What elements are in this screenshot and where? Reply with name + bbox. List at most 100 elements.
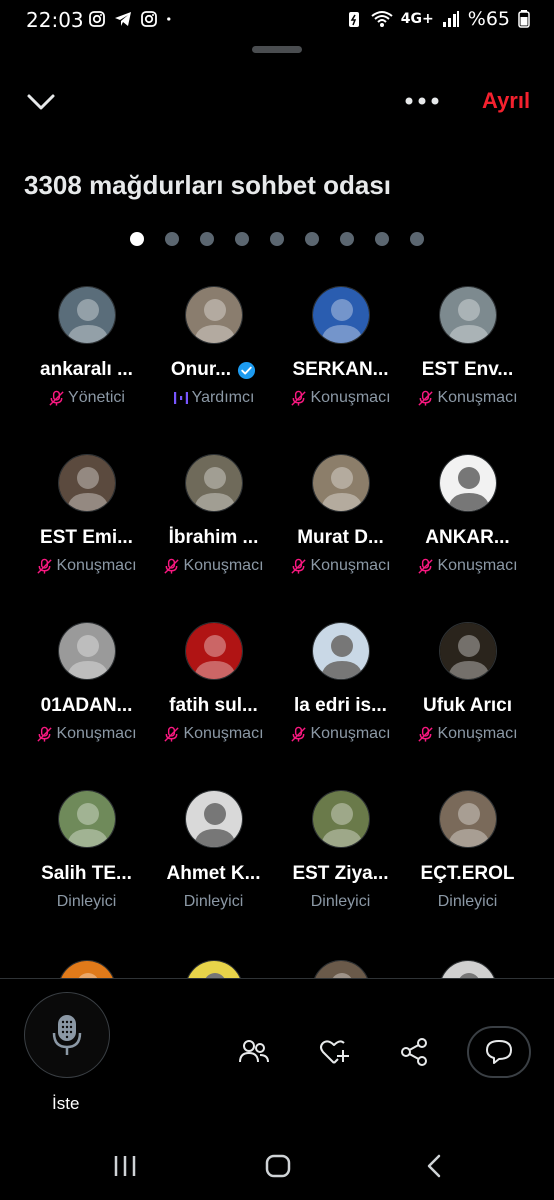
people-icon[interactable] (238, 1036, 270, 1068)
avatar[interactable] (311, 286, 370, 344)
participant-role: Yardımcı (150, 389, 277, 407)
participant-card[interactable]: Onur... Yardımcı (150, 286, 277, 407)
status-time: 22:03 (26, 8, 84, 32)
participant-name-text: İbrahim ... (168, 527, 259, 548)
participant-role-text: Konuşmacı (56, 725, 137, 742)
status-right: 4G+ %65 (345, 8, 530, 30)
avatar[interactable] (438, 454, 497, 512)
avatar-image (185, 791, 242, 847)
avatar-image (185, 455, 242, 511)
participant-name: Ufuk Arıcı (404, 695, 531, 717)
heart-plus-icon[interactable] (318, 1036, 350, 1068)
participant-name-text: la edri is... (294, 695, 387, 716)
back-icon[interactable] (420, 1152, 450, 1180)
participant-card[interactable]: Ufuk Arıcı Konuşmacı (404, 622, 531, 743)
avatar[interactable] (311, 622, 370, 680)
participant-role: Yönetici (23, 389, 150, 407)
participant-card[interactable]: 01ADAN... Konuşmacı (23, 622, 150, 743)
avatar[interactable] (57, 790, 116, 848)
avatar[interactable] (184, 622, 243, 680)
home-icon[interactable] (263, 1152, 293, 1180)
participant-card[interactable]: Salih TE... Dinleyici (23, 790, 150, 911)
participant-role: Konuşmacı (150, 557, 277, 575)
page-dot[interactable] (305, 232, 319, 246)
space-title: 3308 mağdurları sohbet odası (24, 170, 392, 200)
mic-off-icon (291, 558, 307, 574)
chat-button[interactable] (467, 1026, 531, 1078)
participant-card[interactable]: la edri is... Konuşmacı (277, 622, 404, 743)
page-dot[interactable] (235, 232, 249, 246)
share-icon[interactable] (398, 1036, 430, 1068)
recent-apps-icon[interactable] (110, 1152, 140, 1180)
page-dot[interactable] (200, 232, 214, 246)
page-dot[interactable] (340, 232, 354, 246)
participant-name: 01ADAN... (23, 695, 150, 717)
participant-card[interactable]: Ahmet K... Dinleyici (150, 790, 277, 911)
participant-card[interactable]: EST Env... Konuşmacı (404, 286, 531, 407)
avatar[interactable] (184, 286, 243, 344)
participant-name: SERKAN... (277, 359, 404, 381)
avatar[interactable] (184, 790, 243, 848)
avatar[interactable] (438, 960, 497, 978)
avatar[interactable] (57, 622, 116, 680)
status-bar: 22:03 4G+ %65 (0, 0, 554, 44)
mic-off-icon (291, 726, 307, 742)
avatar[interactable] (438, 790, 497, 848)
participant-role: Dinleyici (404, 893, 531, 911)
participant-card[interactable]: EST Emi... Konuşmacı (23, 454, 150, 575)
participant-card[interactable]: İbrahim ... Konuşmacı (150, 454, 277, 575)
dot-icon (167, 17, 171, 21)
avatar[interactable] (184, 960, 243, 978)
participant-card[interactable] (277, 958, 404, 978)
request-mic-button[interactable] (24, 992, 110, 1078)
participant-card[interactable]: SERKAN... Konuşmacı (277, 286, 404, 407)
participant-role-text: Dinleyici (183, 893, 244, 910)
avatar[interactable] (438, 286, 497, 344)
avatar[interactable] (57, 454, 116, 512)
avatar-image (312, 791, 369, 847)
participant-role: Dinleyici (23, 893, 150, 911)
participant-card[interactable]: Murat D... Konuşmacı (277, 454, 404, 575)
avatar[interactable] (311, 790, 370, 848)
participant-role: Konuşmacı (23, 557, 150, 575)
participant-name: Murat D... (277, 527, 404, 549)
avatar[interactable] (311, 454, 370, 512)
network-type: 4G+ (400, 11, 434, 27)
participant-name: Salih TE... (23, 863, 150, 885)
sheet-grab-handle[interactable] (252, 46, 302, 53)
participant-card[interactable] (404, 958, 531, 978)
chevron-down-icon[interactable] (26, 90, 56, 114)
avatar-image (439, 623, 496, 679)
leave-button[interactable]: Ayrıl (482, 88, 530, 114)
participant-name-text: Onur... (170, 359, 232, 380)
participant-card[interactable]: EÇT.EROL Dinleyici (404, 790, 531, 911)
avatar[interactable] (311, 960, 370, 978)
page-dot[interactable] (375, 232, 389, 246)
participant-name-text: EÇT.EROL (420, 863, 515, 884)
page-dot[interactable] (165, 232, 179, 246)
participant-name-text: EST Emi... (40, 527, 133, 548)
participant-card[interactable]: ANKAR... Konuşmacı (404, 454, 531, 575)
participant-card[interactable] (23, 958, 150, 978)
participant-role-text: Konuşmacı (183, 725, 264, 742)
more-options-icon[interactable] (404, 92, 440, 110)
participant-role-text: Dinleyici (310, 893, 371, 910)
avatar[interactable] (57, 960, 116, 978)
avatar-image (58, 791, 115, 847)
participant-name: EST Env... (404, 359, 531, 381)
participant-card[interactable]: fatih sul... Konuşmacı (150, 622, 277, 743)
participant-card[interactable]: ankaralı ... Yönetici (23, 286, 150, 407)
page-dot[interactable] (410, 232, 424, 246)
page-dot[interactable] (270, 232, 284, 246)
page-dot[interactable] (130, 232, 144, 246)
avatar[interactable] (57, 286, 116, 344)
participant-card[interactable]: EST Ziya... Dinleyici (277, 790, 404, 911)
participant-role-text: Konuşmacı (310, 725, 391, 742)
avatar[interactable] (438, 622, 497, 680)
participant-name-text: Salih TE... (41, 863, 132, 884)
participant-role-text: Konuşmacı (56, 557, 137, 574)
participant-card[interactable] (150, 958, 277, 978)
participant-role: Konuşmacı (404, 557, 531, 575)
avatar[interactable] (184, 454, 243, 512)
avatar-image (439, 287, 496, 343)
